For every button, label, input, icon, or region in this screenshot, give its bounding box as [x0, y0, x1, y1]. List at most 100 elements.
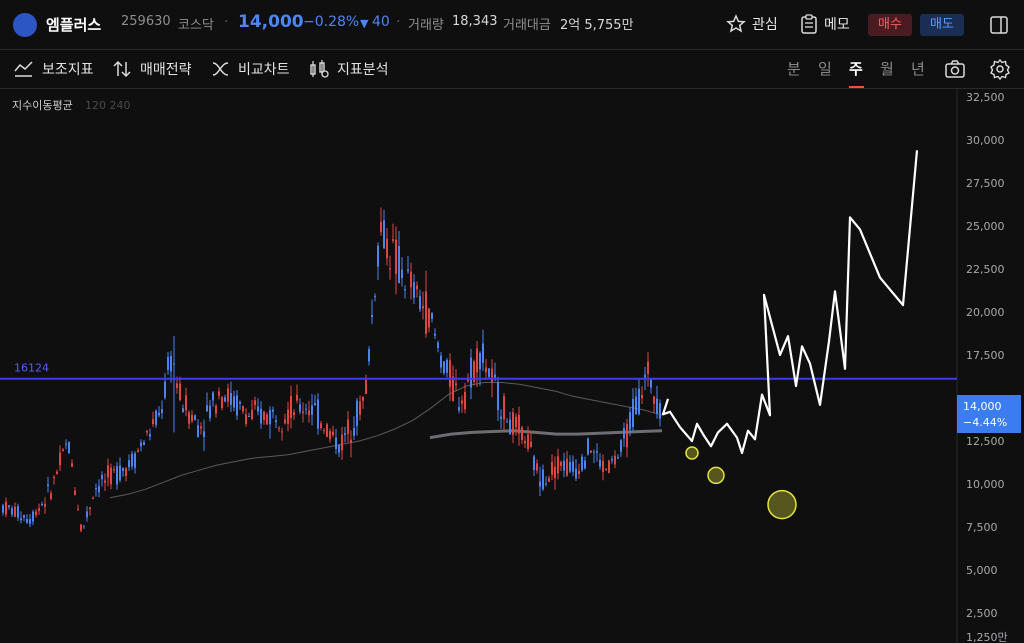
candle-body: [356, 400, 358, 426]
candle-body: [8, 505, 10, 507]
star-icon[interactable]: [726, 14, 746, 34]
candle-body: [212, 392, 214, 401]
candle-body: [506, 421, 508, 423]
candle-body: [206, 405, 208, 412]
candle-body: [656, 398, 658, 414]
panel-toggle-icon[interactable]: [989, 15, 1009, 35]
candle-body: [407, 269, 409, 272]
candle-body: [134, 453, 136, 468]
camera-icon[interactable]: [944, 59, 966, 79]
candle-body: [317, 399, 319, 429]
period-tab-week[interactable]: 주: [849, 58, 863, 79]
candle-body: [524, 440, 526, 444]
candle-body: [485, 367, 487, 373]
candle-body: [332, 431, 334, 435]
period-tab-month[interactable]: 월: [880, 58, 894, 79]
candle-body: [11, 508, 13, 515]
change-percent: −0.28%: [303, 14, 360, 30]
candle-body: [644, 374, 646, 378]
candle-body: [635, 396, 637, 415]
candle-body: [461, 400, 463, 404]
candle-body: [596, 451, 598, 453]
watch-button[interactable]: 관심: [752, 14, 778, 34]
compare-button[interactable]: 비교차트: [238, 59, 290, 79]
candle-body: [266, 414, 268, 425]
candle-body: [434, 333, 436, 336]
candle-body: [233, 396, 235, 408]
candle-body: [536, 463, 538, 471]
period-tab-year[interactable]: 년: [911, 58, 925, 79]
volume-value: 18,343: [452, 14, 498, 29]
candle-body: [623, 428, 625, 439]
period-tab-day[interactable]: 일: [818, 58, 832, 79]
candle-body: [32, 511, 34, 522]
candle-body: [605, 468, 607, 470]
candle-body: [125, 468, 127, 476]
candle-body: [641, 395, 643, 399]
candle-body: [107, 465, 109, 478]
candle-body: [464, 392, 466, 410]
candle-body: [338, 445, 340, 453]
candle-body: [152, 419, 154, 424]
analysis-icon[interactable]: [308, 59, 330, 79]
candle-body: [80, 524, 82, 531]
gear-icon[interactable]: [989, 58, 1011, 80]
candle-body: [263, 411, 265, 420]
candle-body: [173, 363, 175, 365]
candle-body: [650, 379, 652, 388]
candle-body: [653, 396, 655, 404]
candle-body: [44, 503, 46, 507]
candle-body: [143, 442, 145, 446]
price-chart[interactable]: 지수이동평균 120 240 32,500 30,000 27,500 25,000 2…: [0, 89, 1024, 643]
candle-body: [302, 411, 304, 413]
candle-body: [59, 452, 61, 466]
candle-body: [35, 511, 37, 516]
candle-body: [503, 396, 505, 420]
candle-body: [344, 433, 346, 435]
candle-body: [203, 431, 205, 437]
candle-body: [89, 507, 91, 509]
candle-body: [614, 455, 616, 465]
indicator-icon[interactable]: [14, 60, 34, 78]
y-tick-label: 17,500: [966, 349, 1005, 362]
memo-button[interactable]: 메모: [824, 14, 850, 34]
period-tab-minute[interactable]: 분: [787, 58, 801, 79]
candle-body: [542, 469, 544, 490]
candle-body: [608, 460, 610, 473]
candle-body: [329, 430, 331, 440]
y-tick-label: 2,500: [966, 607, 998, 620]
candle-body: [584, 460, 586, 469]
candle-body: [236, 395, 238, 416]
candle-body: [56, 471, 58, 475]
sell-button[interactable]: 매도: [920, 14, 964, 36]
candle-body: [425, 291, 427, 334]
compare-icon[interactable]: [211, 60, 231, 78]
indicators-button[interactable]: 보조지표: [42, 59, 94, 79]
candle-body: [512, 412, 514, 435]
candle-body: [308, 410, 310, 416]
amount-value: 2억 5,755만: [560, 18, 634, 33]
memo-icon[interactable]: [800, 14, 818, 34]
candle-body: [335, 437, 337, 449]
candle-body: [581, 456, 583, 471]
candle-body: [68, 441, 70, 454]
candle-body: [86, 511, 88, 518]
candle-body: [518, 414, 520, 434]
ema-120-line: [109, 382, 663, 499]
candle-body: [353, 428, 355, 436]
candle-body: [590, 450, 592, 453]
y-tick-label: 22,500: [966, 263, 1005, 276]
candle-body: [128, 460, 130, 468]
analysis-button[interactable]: 지표분석: [337, 59, 389, 79]
strategy-icon[interactable]: [112, 60, 132, 78]
y-tick-label: 32,500: [966, 91, 1005, 104]
buy-button[interactable]: 매수: [868, 14, 912, 36]
candle-body: [497, 382, 499, 411]
candle-body: [248, 416, 250, 417]
candle-body: [491, 368, 493, 383]
strategy-button[interactable]: 매매전략: [140, 59, 192, 79]
market-name: 코스닥: [178, 18, 214, 33]
candle-body: [374, 295, 376, 297]
candle-body: [350, 439, 352, 443]
candle-body: [38, 508, 40, 511]
